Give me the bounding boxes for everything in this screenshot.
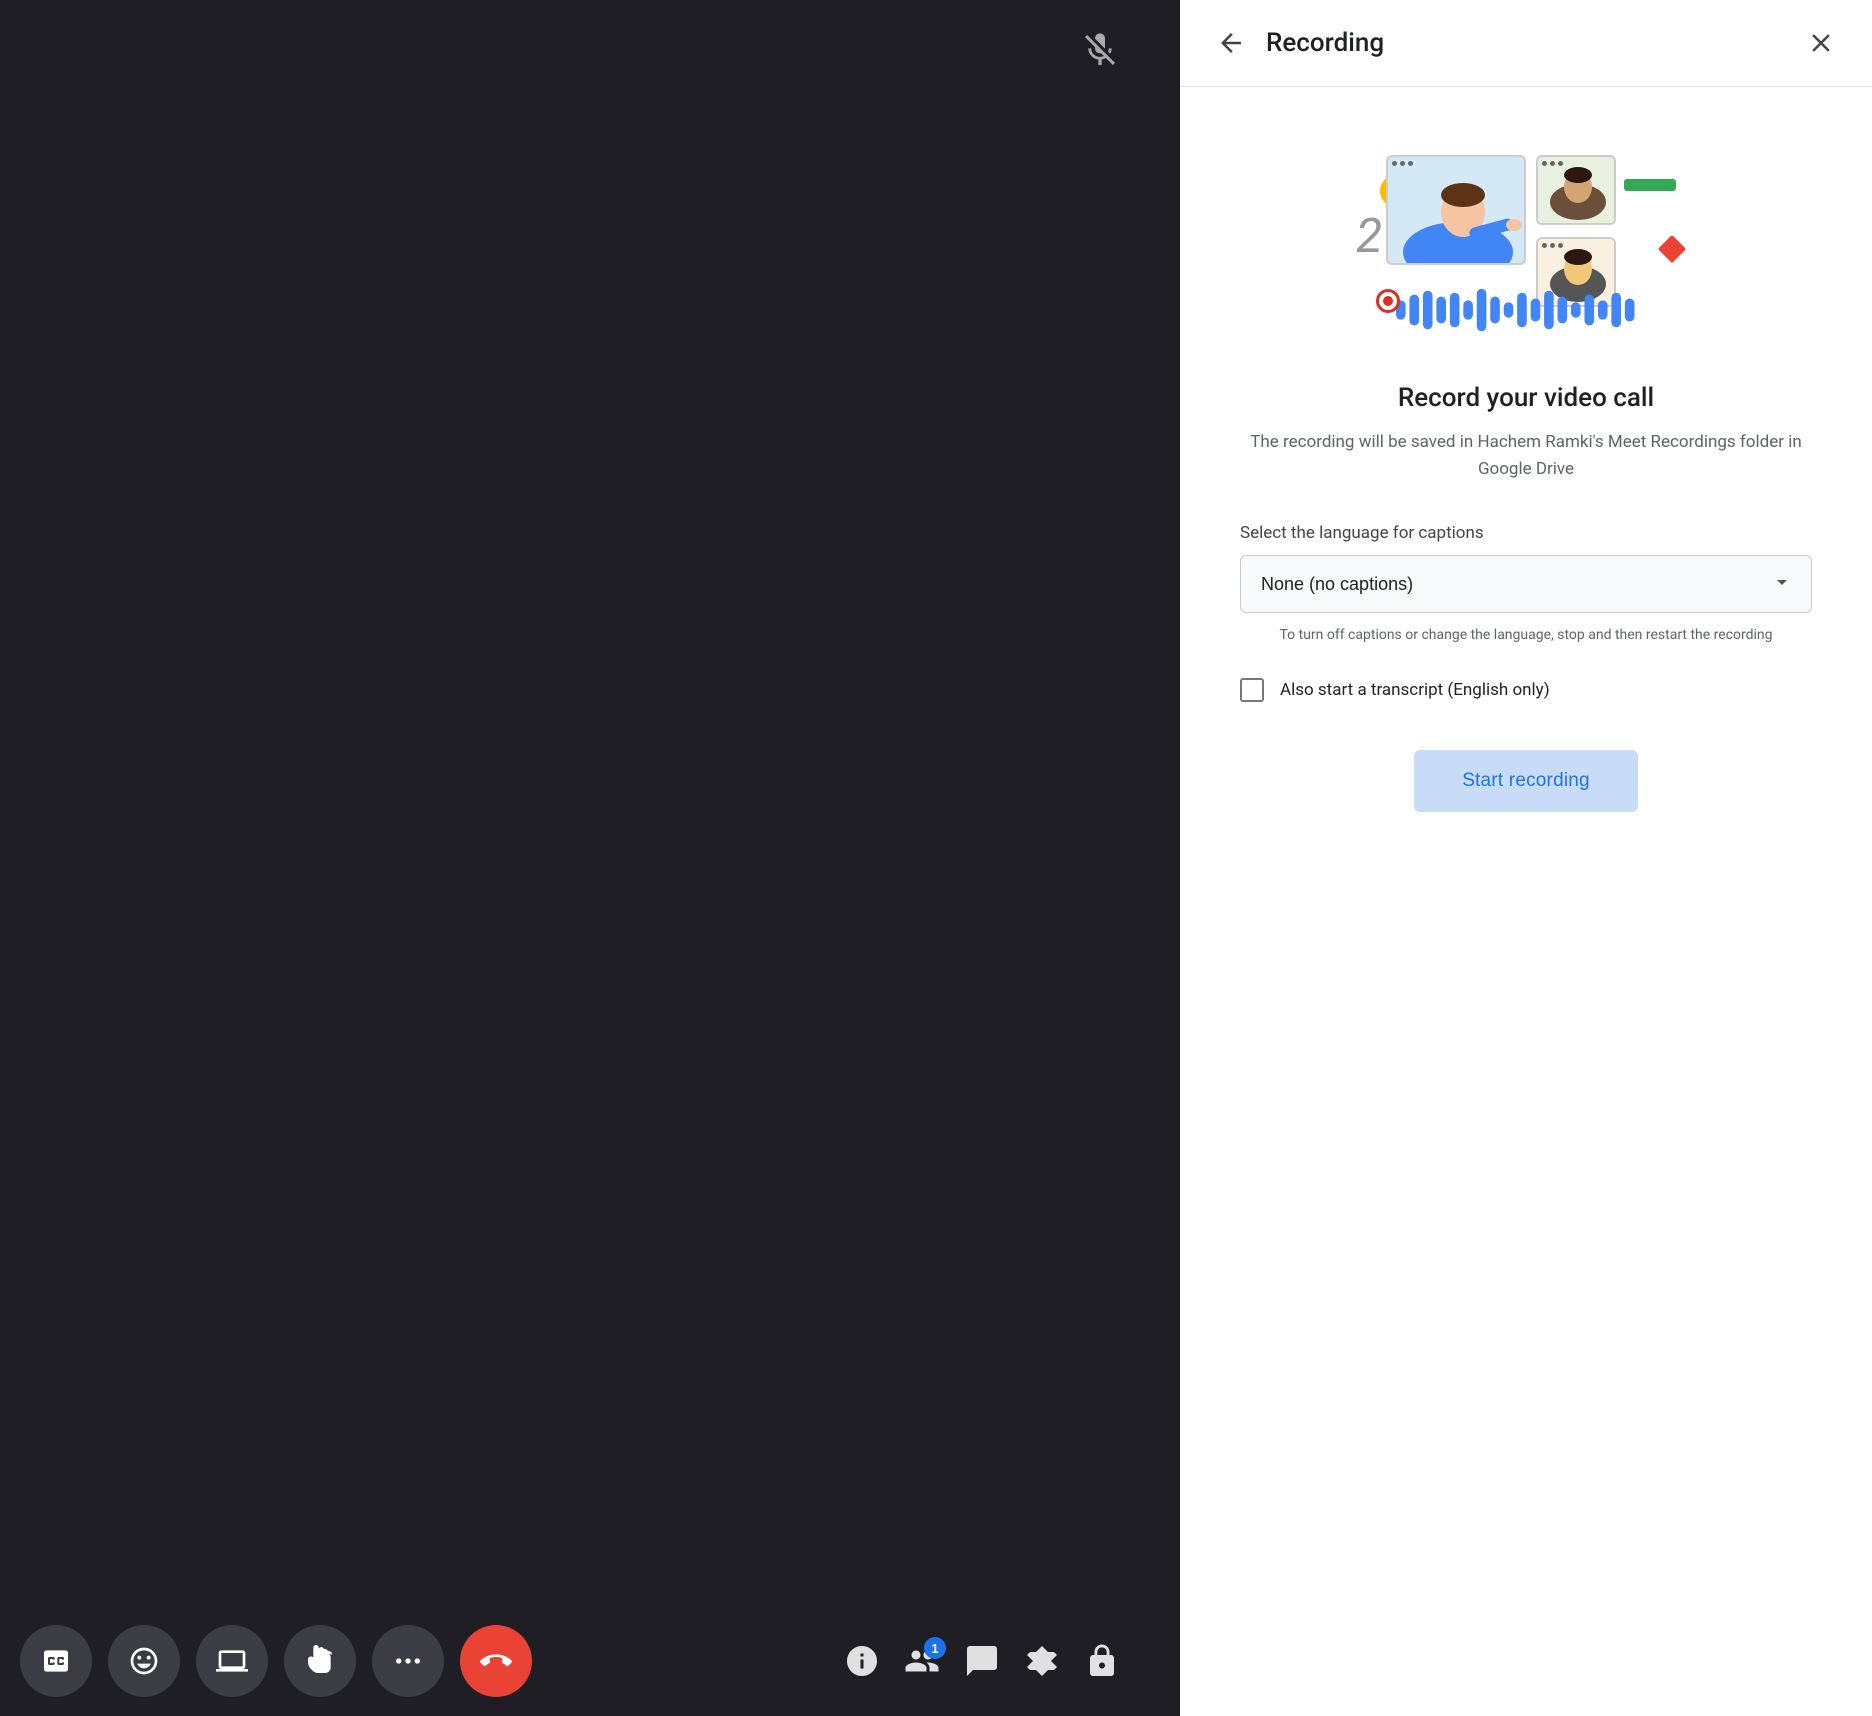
transcript-row: Also start a transcript (English only) xyxy=(1240,678,1812,702)
emoji-button[interactable] xyxy=(108,1625,180,1697)
panel-close-button[interactable] xyxy=(1806,28,1836,58)
video-area: 1 xyxy=(0,0,1180,1716)
raise-hand-button[interactable] xyxy=(284,1625,356,1697)
video-box-main xyxy=(1386,155,1526,265)
start-recording-button[interactable]: Start recording xyxy=(1414,750,1638,812)
caption-select-wrapper: None (no captions) English (US) Spanish … xyxy=(1240,555,1812,613)
caption-hint: To turn off captions or change the langu… xyxy=(1279,625,1772,646)
people-button[interactable]: 1 xyxy=(904,1643,940,1679)
red-diamond-decoration xyxy=(1658,235,1686,263)
panel-body: 2 xyxy=(1180,87,1872,1716)
transcript-label: Also start a transcript (English only) xyxy=(1280,680,1550,700)
record-indicator xyxy=(1376,289,1400,313)
panel-header-left: Recording xyxy=(1216,28,1384,58)
chat-button[interactable] xyxy=(964,1643,1000,1679)
bottom-toolbar: 1 xyxy=(0,1606,1180,1716)
recording-illustration: 2 xyxy=(1346,127,1706,347)
people-badge: 1 xyxy=(924,1637,946,1659)
green-bar-decoration xyxy=(1624,179,1676,191)
activities-button[interactable] xyxy=(1024,1643,1060,1679)
end-call-button[interactable] xyxy=(460,1625,532,1697)
video-box-tr xyxy=(1536,155,1616,225)
recording-panel: Recording 2 xyxy=(1180,0,1872,1716)
wave-visualization xyxy=(1366,285,1646,335)
panel-title: Recording xyxy=(1266,28,1384,58)
record-title: Record your video call xyxy=(1398,383,1654,413)
toolbar-left xyxy=(20,1625,532,1697)
caption-label: Select the language for captions xyxy=(1240,523,1812,543)
captions-button[interactable] xyxy=(20,1625,92,1697)
sketch-decoration: 2 xyxy=(1356,207,1382,264)
lock-button[interactable] xyxy=(1084,1643,1120,1679)
record-description: The recording will be saved in Hachem Ra… xyxy=(1240,429,1812,483)
toolbar-right: 1 xyxy=(844,1643,1120,1679)
more-options-button[interactable] xyxy=(372,1625,444,1697)
panel-back-button[interactable] xyxy=(1216,28,1246,58)
present-screen-button[interactable] xyxy=(196,1625,268,1697)
caption-language-select[interactable]: None (no captions) English (US) Spanish … xyxy=(1240,555,1812,613)
panel-header: Recording xyxy=(1180,0,1872,87)
info-button[interactable] xyxy=(844,1643,880,1679)
mute-icon-area xyxy=(1080,30,1120,74)
microphone-off-icon xyxy=(1080,55,1120,74)
transcript-checkbox[interactable] xyxy=(1240,678,1264,702)
